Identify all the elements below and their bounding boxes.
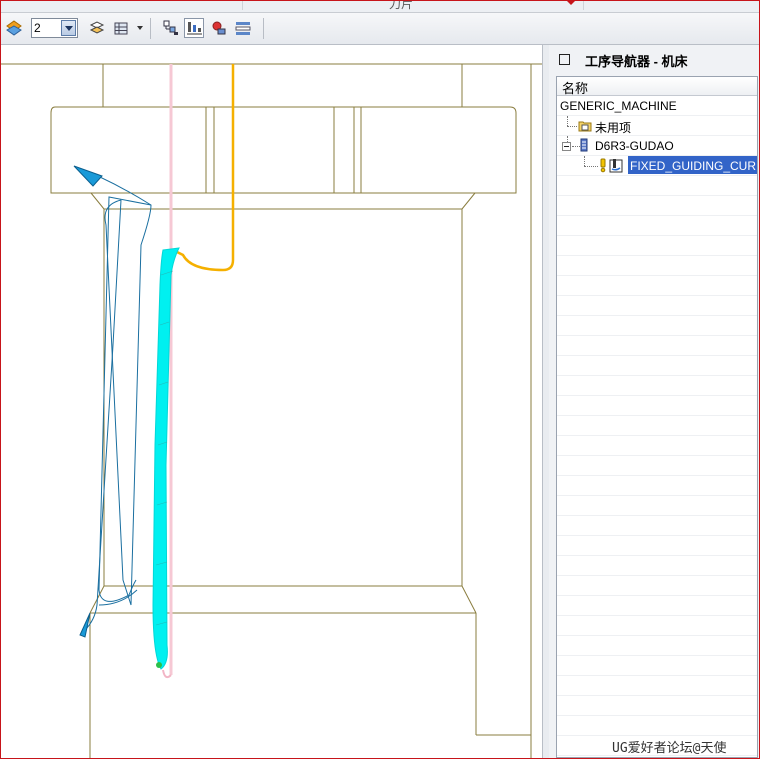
empty-row [557, 296, 757, 316]
maximize-icon[interactable] [559, 54, 570, 65]
graphics-window[interactable] [1, 45, 542, 758]
top-ribbon-strip: 刀片 [1, 0, 759, 13]
tool-icon [580, 138, 588, 156]
column-header-name[interactable]: 名称 [557, 77, 757, 96]
empty-row [557, 616, 757, 636]
cutting-toolpath [152, 247, 180, 670]
empty-row [557, 416, 757, 436]
folder-icon [578, 119, 592, 136]
empty-row [557, 256, 757, 276]
empty-row [557, 236, 757, 256]
empty-row [557, 576, 757, 596]
tree-item-label: 未用项 [595, 121, 632, 135]
column-header-label: 名称 [562, 81, 589, 96]
navigator-title-bar: 工序导航器 - 机床 [549, 45, 759, 73]
part-toolpath-drawing [1, 63, 542, 758]
empty-row [557, 316, 757, 336]
tree-item-unused[interactable]: 未用项 [557, 116, 757, 136]
toolbar-divider [150, 18, 151, 39]
layer-orient-icon[interactable] [4, 18, 24, 38]
machine-tool-view-icon[interactable] [184, 18, 204, 38]
tree-item-fixed-guiding-curve[interactable]: FIXED_GUIDING_CUR... [557, 156, 757, 176]
geometry-view-icon[interactable] [209, 18, 229, 38]
approach-arrow [73, 165, 103, 187]
empty-row [557, 276, 757, 296]
navigator-tree[interactable]: 名称 GENERIC_MACHINE 未用项 D6R3-GUDAO FIXED_… [556, 76, 758, 758]
empty-row [557, 396, 757, 416]
watermark-text: UG爱好者论坛@天使 [612, 741, 727, 756]
empty-row [557, 696, 757, 716]
approach-retract-moves [75, 166, 152, 631]
tree-connector [584, 166, 598, 167]
empty-row [557, 456, 757, 476]
layer-select-value: 2 [34, 21, 41, 35]
layer-select[interactable]: 2 [31, 18, 78, 38]
empty-row [557, 536, 757, 556]
empty-row [557, 716, 757, 736]
tree-connector [572, 146, 580, 147]
tool-axis-trace [172, 64, 235, 272]
empty-row [557, 476, 757, 496]
tree-connector [567, 116, 568, 126]
tree-item-d6r3-gudao[interactable]: D6R3-GUDAO [557, 136, 757, 156]
empty-row [557, 676, 757, 696]
program-order-view-icon[interactable] [161, 18, 181, 38]
display-mode-icon[interactable] [87, 18, 107, 38]
empty-row [557, 216, 757, 236]
tree-item-label: D6R3-GUDAO [595, 139, 674, 153]
chevron-down-icon[interactable] [137, 26, 143, 30]
collapse-icon[interactable] [562, 142, 571, 151]
toolbar: 2 [1, 13, 759, 45]
status-warning-icon [599, 158, 607, 176]
table-view-icon[interactable] [111, 18, 131, 38]
tree-connector [584, 156, 585, 166]
empty-row [557, 496, 757, 516]
tree-connector [567, 126, 577, 127]
empty-row [557, 356, 757, 376]
part-outline [50, 64, 531, 758]
method-view-icon[interactable] [233, 18, 253, 38]
toolpath-end-marker [156, 662, 162, 668]
empty-row [557, 176, 757, 196]
empty-row [557, 636, 757, 656]
empty-row [557, 516, 757, 536]
navigator-title: 工序导航器 - 机床 [585, 54, 688, 69]
tree-item-label: GENERIC_MACHINE [560, 99, 677, 113]
empty-row [557, 336, 757, 356]
empty-row [557, 376, 757, 396]
empty-row [557, 656, 757, 676]
empty-row [557, 556, 757, 576]
ribbon-divider [242, 0, 243, 10]
empty-row [557, 196, 757, 216]
empty-row [557, 596, 757, 616]
ribbon-divider [583, 0, 584, 10]
operation-icon [609, 158, 625, 176]
tree-item-generic-machine[interactable]: GENERIC_MACHINE [557, 96, 757, 116]
tree-item-label: FIXED_GUIDING_CUR... [630, 159, 758, 173]
retract-arrow [79, 612, 91, 638]
ribbon-dropdown-icon[interactable] [567, 1, 575, 5]
toolbar-divider [263, 18, 264, 39]
empty-row [557, 436, 757, 456]
chevron-down-icon[interactable] [61, 20, 76, 36]
operation-navigator-panel: 工序导航器 - 机床 名称 GENERIC_MACHINE 未用项 D6R3-G… [549, 45, 759, 758]
ribbon-group-label: 刀片 [389, 0, 414, 11]
